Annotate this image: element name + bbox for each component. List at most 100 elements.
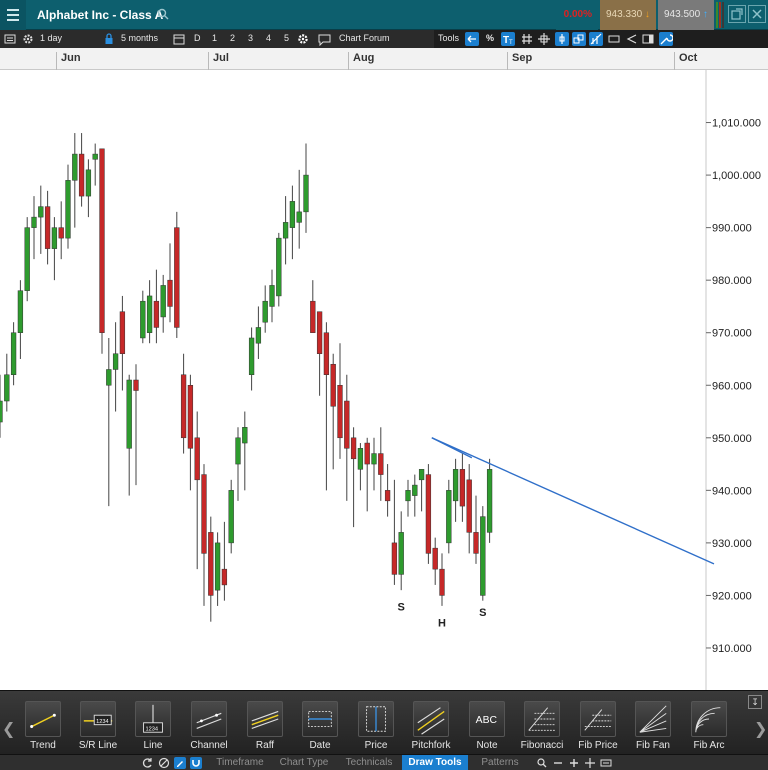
instrument-title: Alphabet Inc - Class A <box>37 8 164 22</box>
signal-bars-icon <box>716 2 724 28</box>
chat-icon[interactable] <box>318 32 331 46</box>
text-size-icon[interactable]: TT <box>501 32 515 46</box>
candle-up <box>480 516 486 596</box>
tool-line[interactable]: 1234 Line <box>130 701 176 751</box>
candle-down <box>153 300 160 328</box>
candle-down <box>316 311 323 354</box>
candle-up <box>262 300 268 323</box>
tool-fib-fan[interactable]: Fib Fan <box>630 701 676 751</box>
back-arrow-icon[interactable] <box>465 32 479 46</box>
pencil-icon[interactable] <box>174 757 186 769</box>
tool-label: Raff <box>255 740 275 751</box>
tool-channel[interactable]: Channel <box>186 701 232 751</box>
move-icon[interactable] <box>584 757 596 769</box>
tab-technicals[interactable]: Technicals <box>336 755 402 770</box>
tab-chart-type[interactable]: Chart Type <box>272 755 336 770</box>
candle-up <box>418 469 425 481</box>
menu-icon[interactable] <box>0 0 26 30</box>
fit-icon[interactable] <box>600 757 612 769</box>
bid-price[interactable]: 943.330 ↓ <box>600 0 656 30</box>
tool-date[interactable]: Date <box>297 701 343 751</box>
grid-icon[interactable] <box>520 32 534 46</box>
compare-icon[interactable] <box>572 32 586 46</box>
popout-icon[interactable] <box>728 5 746 23</box>
tool-fib-price[interactable]: Fib Price <box>575 701 621 751</box>
period-4[interactable]: 4 <box>266 33 271 43</box>
collapse-icon[interactable]: ↧ <box>748 695 762 709</box>
month-label: Oct <box>674 52 697 70</box>
change-percent: 0.00% <box>556 0 598 30</box>
search-icon[interactable] <box>157 8 169 20</box>
magnet-icon[interactable] <box>190 757 202 769</box>
candle-down <box>201 474 207 554</box>
chart-forum-link[interactable]: Chart Forum <box>339 33 390 43</box>
period-2[interactable]: 2 <box>230 33 235 43</box>
crosshair-icon[interactable] <box>537 32 551 46</box>
refresh-icon[interactable] <box>142 757 154 769</box>
gear-icon[interactable] <box>297 32 309 46</box>
tab-timeframe[interactable]: Timeframe <box>208 755 272 770</box>
tab-draw-tools[interactable]: Draw Tools <box>402 755 468 770</box>
tool-label: Fib Arc <box>693 740 725 751</box>
tool-price[interactable]: Price <box>353 701 399 751</box>
price-chart[interactable]: 910.000 920.000 930.000 940.000 950.000 960.0… <box>0 70 768 690</box>
marker-icon[interactable] <box>555 32 569 46</box>
tools-section: Tools % TT <box>434 30 768 48</box>
list-icon[interactable] <box>4 32 16 46</box>
tool-sr-line[interactable]: 1234 S/R Line <box>75 701 121 751</box>
ask-price[interactable]: 943.500 ↑ <box>658 0 714 30</box>
candle-up <box>405 490 411 502</box>
candle-up <box>112 353 119 370</box>
scroll-left-icon[interactable]: ❮ <box>2 719 15 739</box>
period-5[interactable]: 5 <box>284 33 289 43</box>
dock-icon[interactable] <box>641 32 655 46</box>
tool-trend[interactable]: Trend <box>20 701 66 751</box>
tool-fibonacci[interactable]: Fibonacci <box>519 701 565 751</box>
interval-select[interactable]: 1 day <box>40 33 62 43</box>
period-3[interactable]: 3 <box>248 33 253 43</box>
candle-up <box>296 211 302 223</box>
tool-raff[interactable]: Raff <box>242 701 288 751</box>
tool-pitchfork[interactable]: Pitchfork <box>408 701 454 751</box>
candle-up <box>72 153 78 181</box>
date-axis: Jun Jul Aug Sep Oct <box>0 48 768 70</box>
close-icon[interactable] <box>748 5 766 23</box>
price-tick-label: 920.000 <box>712 590 752 602</box>
raff-icon <box>247 701 283 737</box>
settings-icon[interactable] <box>22 32 34 46</box>
lock-icon[interactable] <box>104 32 114 46</box>
zoom-in-icon[interactable] <box>568 757 580 769</box>
tool-label: Price <box>364 740 388 751</box>
scroll-right-icon[interactable]: ❯ <box>754 719 767 739</box>
candle-down <box>344 400 350 449</box>
candle-down <box>337 385 343 439</box>
back-icon[interactable] <box>624 32 638 46</box>
candle-up <box>51 227 58 249</box>
tool-label: Pitchfork <box>411 740 451 751</box>
candle-up <box>17 290 24 333</box>
tool-fib-arc[interactable]: Fib Arc <box>686 701 732 751</box>
tool-label: Line <box>143 740 163 751</box>
calendar-icon[interactable] <box>173 32 185 46</box>
note-icon: ABC <box>469 701 505 737</box>
tab-patterns[interactable]: Patterns <box>468 755 532 770</box>
fib-arc-icon <box>691 701 727 737</box>
candle-down <box>310 300 316 333</box>
month-label: Jun <box>56 52 81 70</box>
zoom-out-icon[interactable] <box>552 757 564 769</box>
candle-up <box>452 469 459 502</box>
price-tick-label: 990.000 <box>712 223 752 235</box>
candle-up <box>248 337 255 375</box>
tool-note[interactable]: ABC Note <box>464 701 510 751</box>
cancel-icon[interactable] <box>158 757 170 769</box>
percent-toggle[interactable]: % <box>486 33 494 43</box>
candle-up <box>214 542 221 591</box>
period-d[interactable]: D <box>194 33 201 43</box>
tool-settings-icon[interactable] <box>659 32 674 46</box>
draw-icon[interactable] <box>589 32 603 46</box>
period-1[interactable]: 1 <box>212 33 217 43</box>
eraser-icon[interactable] <box>607 32 621 46</box>
candle-up <box>85 169 92 197</box>
zoom-icon[interactable] <box>536 757 548 769</box>
range-select[interactable]: 5 months <box>121 33 158 43</box>
